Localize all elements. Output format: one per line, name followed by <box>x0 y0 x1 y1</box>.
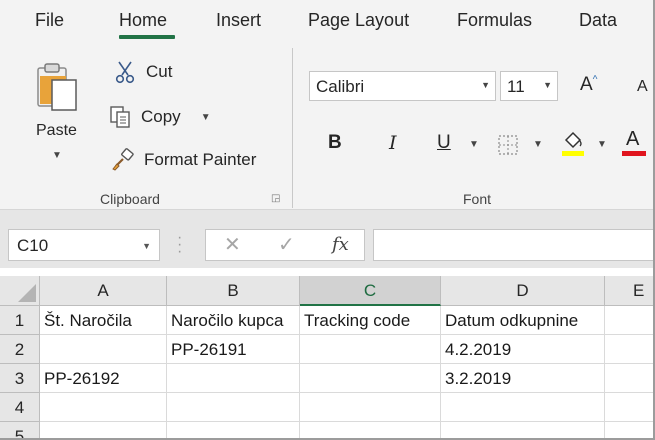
font-name-dropdown-arrow[interactable]: ▼ <box>481 80 490 90</box>
name-box[interactable]: C10 ▼ <box>8 229 160 261</box>
cell-e4[interactable] <box>605 393 655 422</box>
cell-e2[interactable] <box>605 335 655 364</box>
copy-dropdown-arrow[interactable]: ▼ <box>201 112 211 123</box>
tab-insert[interactable]: Insert <box>216 10 261 31</box>
paint-bucket-icon <box>561 131 585 160</box>
column-header-b[interactable]: B <box>167 276 300 306</box>
row-header-1[interactable]: 1 <box>0 306 40 335</box>
cell-a4[interactable] <box>40 393 167 422</box>
cell-d2[interactable]: 4.2.2019 <box>441 335 605 364</box>
name-box-value: C10 <box>17 236 49 255</box>
cell-b3[interactable] <box>167 364 300 393</box>
cell-d1[interactable]: Datum odkupnine <box>441 306 605 335</box>
fill-color-button[interactable] <box>561 130 585 161</box>
ribbon-tab-bar: File Home Insert Page Layout Formulas Da… <box>0 0 655 44</box>
cell-e1[interactable] <box>605 306 655 335</box>
decrease-font-size-button[interactable]: A <box>637 78 648 96</box>
formula-bar-resize-handle[interactable]: · · · <box>177 230 182 260</box>
scissors-icon <box>112 60 138 84</box>
paste-button[interactable]: Paste ▼ <box>24 58 88 168</box>
formula-input[interactable] <box>373 229 655 261</box>
cell-d3[interactable]: 3.2.2019 <box>441 364 605 393</box>
cut-button[interactable]: Cut <box>112 60 172 84</box>
ribbon-home: Paste ▼ Cut Copy ▼ Format Painter Clipbo… <box>0 44 655 210</box>
underline-dropdown-arrow[interactable]: ▼ <box>469 139 479 150</box>
cut-label: Cut <box>146 62 173 81</box>
formula-bar-buttons: ✕ ✓ fx <box>205 229 365 261</box>
row-header-4[interactable]: 4 <box>0 393 40 422</box>
tab-home[interactable]: Home <box>119 10 167 31</box>
enter-entry-button[interactable]: ✓ <box>278 232 295 257</box>
active-tab-indicator <box>119 35 175 39</box>
font-size-dropdown-arrow[interactable]: ▼ <box>543 80 552 90</box>
row-header-3[interactable]: 3 <box>0 364 40 393</box>
borders-dropdown-arrow[interactable]: ▼ <box>533 139 543 150</box>
column-header-d[interactable]: D <box>441 276 605 306</box>
tab-formulas[interactable]: Formulas <box>457 10 532 31</box>
paste-icon <box>36 62 80 117</box>
cell-d4[interactable] <box>441 393 605 422</box>
font-color-swatch <box>622 151 646 156</box>
row-header-2[interactable]: 2 <box>0 335 40 364</box>
font-name-combobox[interactable]: Calibri ▼ <box>309 71 496 101</box>
insert-function-button[interactable]: fx <box>332 234 349 255</box>
shrink-font-label: A <box>637 78 648 95</box>
font-group-label: Font <box>463 191 492 207</box>
font-size-value: 11 <box>507 77 525 96</box>
tab-data[interactable]: Data <box>579 10 617 31</box>
column-header-a[interactable]: A <box>40 276 167 306</box>
column-header-e[interactable]: E <box>605 276 655 306</box>
clipboard-group-label: Clipboard <box>100 191 160 207</box>
cell-e3[interactable] <box>605 364 655 393</box>
column-header-c[interactable]: C <box>300 276 441 306</box>
font-color-label: A <box>626 128 640 150</box>
paintbrush-icon <box>110 148 136 172</box>
bold-button[interactable]: B <box>328 132 342 154</box>
worksheet-grid: A B C D E 1 Št. Naročila Naročilo kupca … <box>0 276 655 440</box>
borders-icon <box>497 135 519 160</box>
group-separator <box>292 48 293 208</box>
fill-color-dropdown-arrow[interactable]: ▼ <box>597 139 607 150</box>
format-painter-button[interactable]: Format Painter <box>110 148 256 172</box>
underline-button[interactable]: U <box>437 132 451 154</box>
name-box-dropdown-arrow[interactable]: ▼ <box>142 241 151 251</box>
cell-b4[interactable] <box>167 393 300 422</box>
select-all-triangle-icon <box>18 284 36 302</box>
font-size-combobox[interactable]: 11 ▼ <box>500 71 558 101</box>
increase-font-size-button[interactable]: A^ <box>580 74 597 96</box>
copy-label: Copy <box>141 107 181 126</box>
paste-label: Paste <box>36 122 77 139</box>
cell-c1[interactable]: Tracking code <box>300 306 441 335</box>
cell-a1[interactable]: Št. Naročila <box>40 306 167 335</box>
tab-file[interactable]: File <box>35 10 64 31</box>
ribbon-gap <box>0 210 655 222</box>
tab-page-layout[interactable]: Page Layout <box>308 10 409 31</box>
cell-c3[interactable] <box>300 364 441 393</box>
cell-c2[interactable] <box>300 335 441 364</box>
copy-button[interactable]: Copy ▼ <box>107 105 211 129</box>
select-all-corner[interactable] <box>0 276 40 306</box>
cancel-entry-button[interactable]: ✕ <box>224 232 241 257</box>
formula-bar: C10 ▼ · · · ✕ ✓ fx <box>0 222 655 268</box>
format-painter-label: Format Painter <box>144 150 257 169</box>
clipboard-dialog-launcher-icon[interactable]: ◲ <box>271 193 280 204</box>
paste-dropdown-arrow[interactable]: ▼ <box>52 150 62 161</box>
cell-a2[interactable] <box>40 335 167 364</box>
font-color-button[interactable]: A <box>622 128 650 158</box>
cell-a3[interactable]: PP-26192 <box>40 364 167 393</box>
borders-button[interactable] <box>497 134 519 161</box>
cell-b1[interactable]: Naročilo kupca <box>167 306 300 335</box>
cell-b2[interactable]: PP-26191 <box>167 335 300 364</box>
cell-c4[interactable] <box>300 393 441 422</box>
grow-font-label: A <box>580 74 593 95</box>
font-name-value: Calibri <box>316 77 365 96</box>
copy-icon <box>107 105 133 129</box>
italic-button[interactable]: I <box>389 132 397 154</box>
